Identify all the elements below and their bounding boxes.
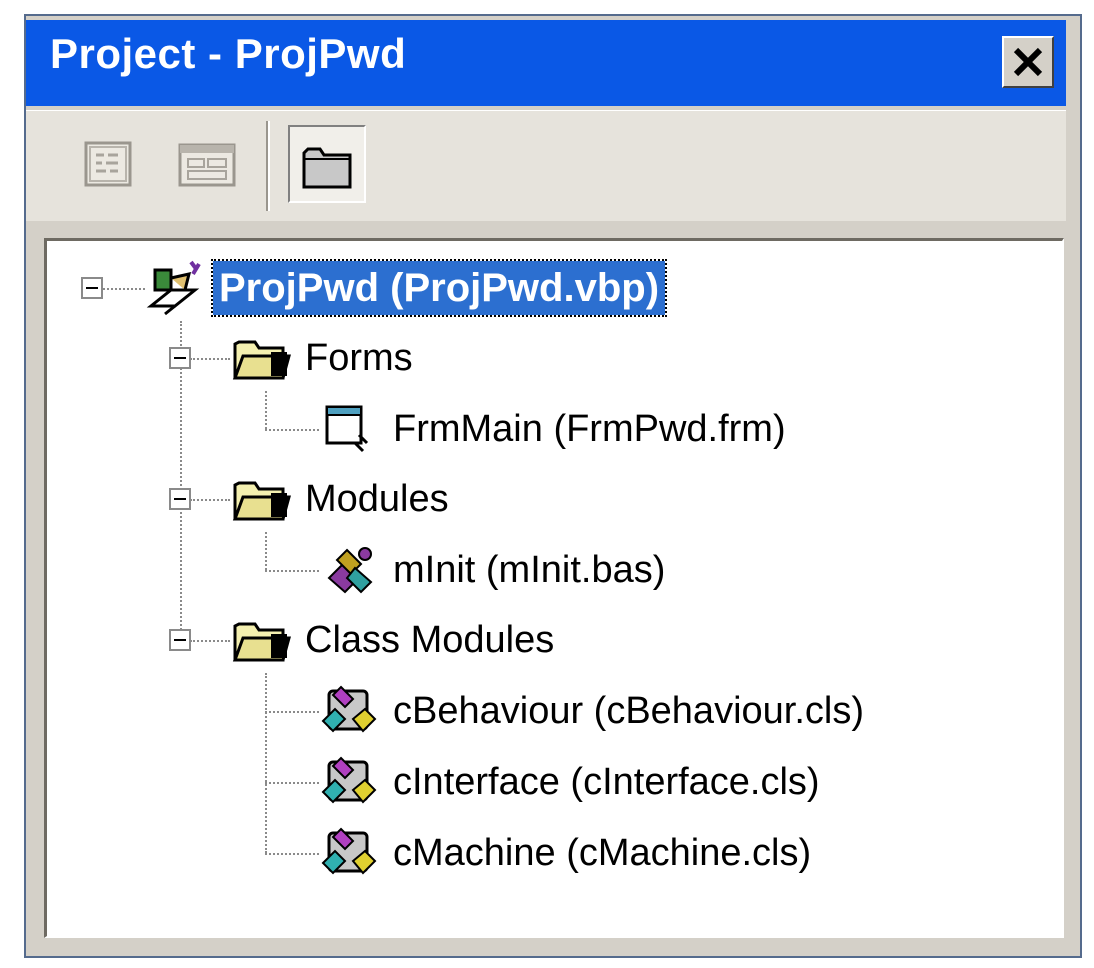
tree-node-class-item[interactable]: cBehaviour (cBehaviour.cls) xyxy=(319,680,870,742)
class-module-icon xyxy=(321,685,377,733)
view-object-icon xyxy=(178,143,236,187)
close-button[interactable] xyxy=(1002,36,1054,88)
tree-node-form-item[interactable]: FrmMain (FrmPwd.frm) xyxy=(319,398,792,460)
tree-connector xyxy=(265,429,319,431)
tree-label-forms: Forms xyxy=(305,337,413,379)
tree-connector xyxy=(180,321,182,641)
tree-connector xyxy=(265,532,267,570)
toggle-folders-button[interactable] xyxy=(288,125,366,203)
tree-connector xyxy=(190,358,230,360)
tree-connector xyxy=(190,640,230,642)
tree-connector xyxy=(265,673,267,853)
toolbar xyxy=(26,110,1066,221)
tree-label-modules: Modules xyxy=(305,478,449,520)
tree-connector xyxy=(265,570,319,572)
view-code-icon xyxy=(84,141,132,187)
tree-node-module-item[interactable]: mInit (mInit.bas) xyxy=(319,539,671,601)
class-module-icon xyxy=(321,827,377,875)
module-icon xyxy=(327,547,373,594)
tree-node-forms-folder[interactable]: Forms xyxy=(231,327,419,389)
tree-label-project: ProjPwd (ProjPwd.vbp) xyxy=(210,259,668,317)
open-folder-icon xyxy=(232,622,291,662)
tree-connector xyxy=(265,853,319,855)
tree-label-form-item: FrmMain (FrmPwd.frm) xyxy=(393,408,786,450)
tree-label-module-item: mInit (mInit.bas) xyxy=(393,549,666,591)
tree-label-class-modules: Class Modules xyxy=(305,619,555,661)
tree-label-class-item: cBehaviour (cBehaviour.cls) xyxy=(393,690,864,732)
toolbar-separator xyxy=(266,121,270,211)
close-icon xyxy=(1013,47,1043,77)
tree-label-class-item: cInterface (cInterface.cls) xyxy=(393,761,820,803)
class-module-icon xyxy=(321,756,377,804)
tree-label-class-item: cMachine (cMachine.cls) xyxy=(393,832,812,874)
tree-node-modules-folder[interactable]: Modules xyxy=(231,468,455,530)
collapse-toggle-root[interactable] xyxy=(81,277,103,299)
window-title: Project - ProjPwd xyxy=(50,30,407,77)
view-object-button[interactable] xyxy=(168,125,246,203)
collapse-toggle-class-modules[interactable] xyxy=(169,629,191,651)
folder-icon xyxy=(302,147,352,189)
title-bar[interactable]: Project - ProjPwd xyxy=(26,20,1066,106)
tree-connector xyxy=(265,391,267,429)
project-icon xyxy=(146,260,201,316)
tree-connector xyxy=(190,499,230,501)
tree-connector xyxy=(103,288,145,290)
tree-node-class-modules-folder[interactable]: Class Modules xyxy=(231,609,560,671)
tree-connector xyxy=(265,711,319,713)
view-code-button[interactable] xyxy=(70,125,148,203)
tree-node-class-item[interactable]: cMachine (cMachine.cls) xyxy=(319,822,817,884)
collapse-toggle-modules[interactable] xyxy=(169,488,191,510)
tree-node-class-item[interactable]: cInterface (cInterface.cls) xyxy=(319,751,826,813)
tree-node-project[interactable]: ProjPwd (ProjPwd.vbp) xyxy=(145,257,668,319)
collapse-toggle-forms[interactable] xyxy=(169,347,191,369)
project-tree[interactable]: ProjPwd (ProjPwd.vbp) Forms FrmMain (Frm… xyxy=(44,238,1064,938)
open-folder-icon xyxy=(232,481,291,521)
tree-connector xyxy=(265,782,319,784)
open-folder-icon xyxy=(232,340,291,380)
form-icon xyxy=(325,405,369,453)
